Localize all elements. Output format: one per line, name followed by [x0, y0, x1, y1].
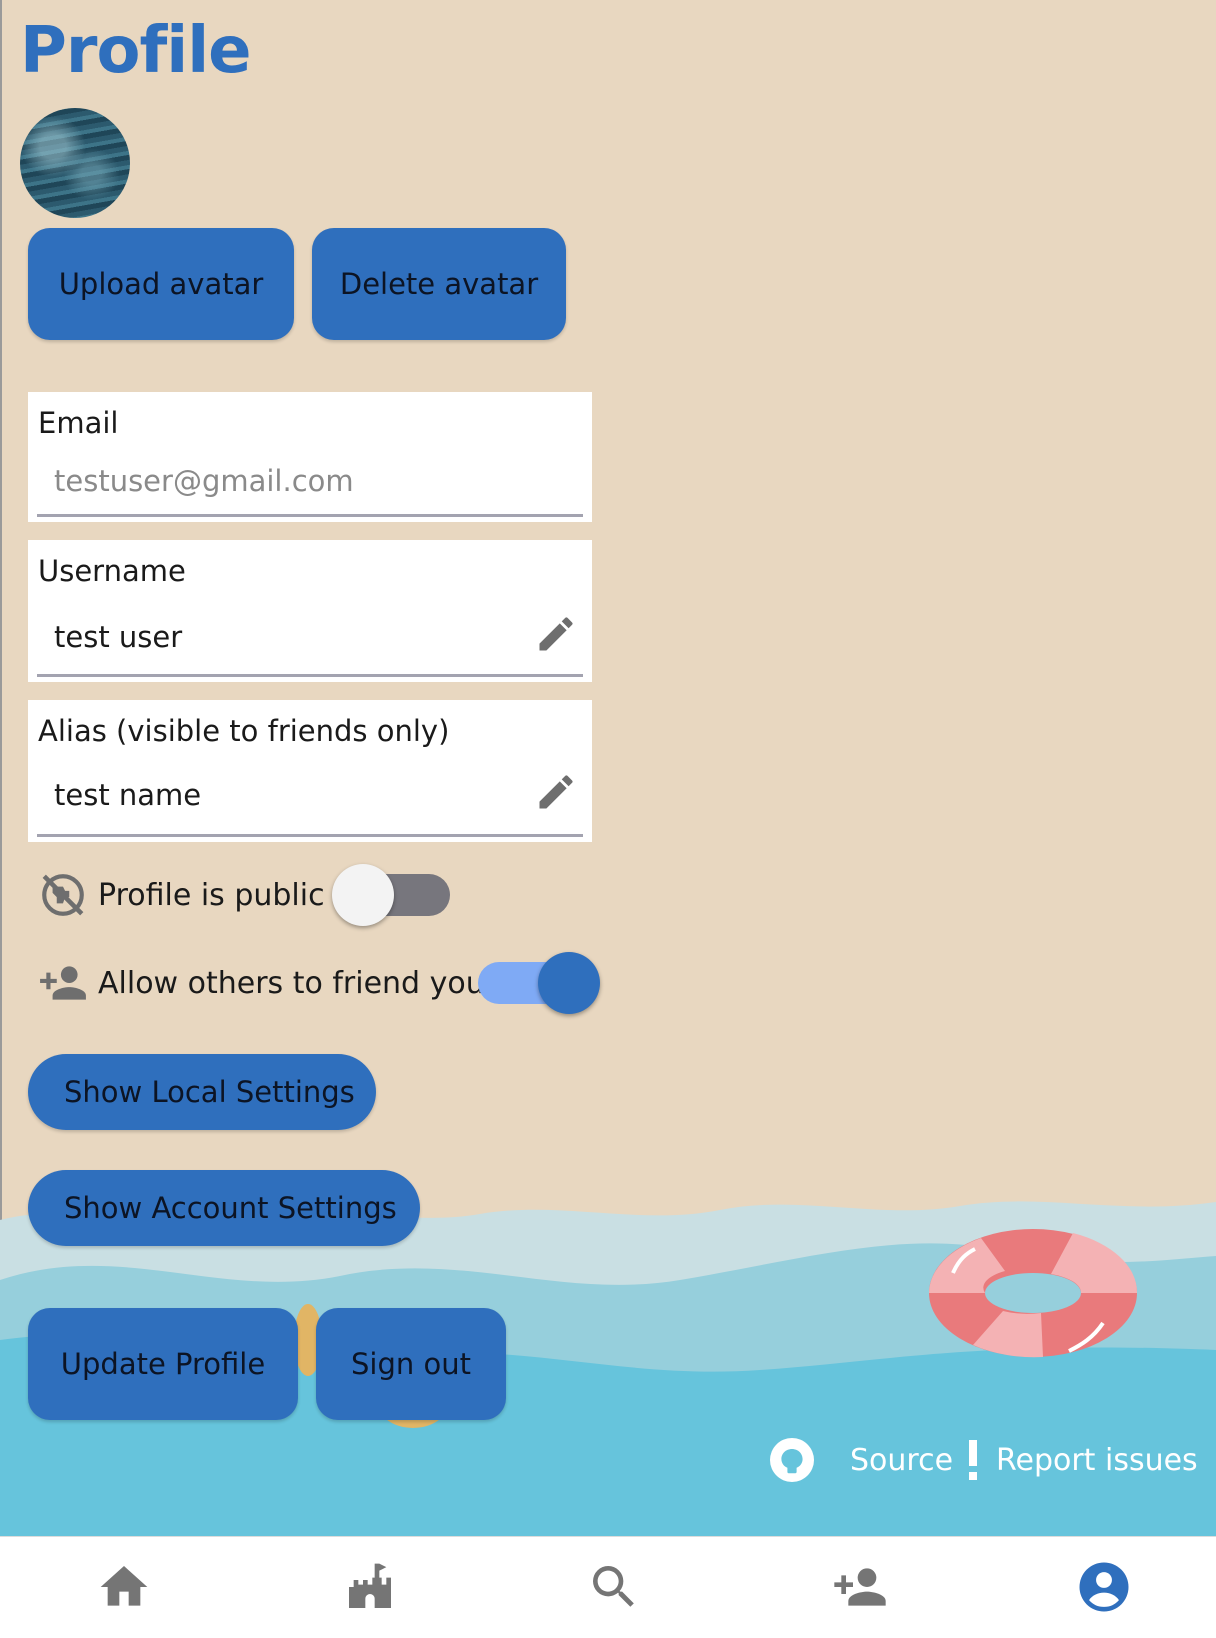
- account-circle-icon[interactable]: [1076, 1559, 1132, 1615]
- bottom-nav: [0, 1536, 1216, 1638]
- allow-friends-switch-thumb: [538, 952, 600, 1014]
- email-field: Email testuser@gmail.com: [28, 392, 592, 522]
- show-account-settings-button[interactable]: Show Account Settings: [28, 1170, 420, 1246]
- allow-friends-row: Allow others to friend you: [38, 958, 485, 1008]
- person-add-icon: [40, 966, 86, 1000]
- sign-out-button[interactable]: Sign out: [316, 1308, 506, 1420]
- public-off-icon: [42, 874, 84, 916]
- public-profile-label: Profile is public: [98, 877, 325, 913]
- alias-label: Alias (visible to friends only): [38, 714, 450, 748]
- username-underline: [37, 674, 583, 677]
- exclamation-icon: [969, 1440, 977, 1480]
- castle-icon[interactable]: [342, 1559, 398, 1615]
- email-underline: [37, 514, 583, 517]
- username-field: Username test user: [28, 540, 592, 682]
- allow-friends-switch[interactable]: [478, 950, 602, 1016]
- source-label: Source: [850, 1442, 954, 1478]
- github-icon: [770, 1438, 814, 1482]
- alias-underline: [37, 834, 583, 837]
- public-profile-switch-thumb: [332, 864, 394, 926]
- add-friend-icon[interactable]: [832, 1559, 888, 1615]
- edit-alias-icon[interactable]: [534, 770, 578, 814]
- page-title: Profile: [20, 14, 252, 88]
- public-profile-row: Profile is public: [38, 870, 325, 920]
- home-icon[interactable]: [96, 1559, 152, 1615]
- username-label: Username: [38, 554, 186, 588]
- upload-avatar-button[interactable]: Upload avatar: [28, 228, 294, 340]
- avatar: [20, 108, 130, 218]
- alias-field: Alias (visible to friends only) test nam…: [28, 700, 592, 842]
- email-input: testuser@gmail.com: [54, 464, 354, 498]
- source-link[interactable]: Source: [768, 1436, 953, 1484]
- public-profile-switch[interactable]: [332, 862, 456, 928]
- username-input[interactable]: test user: [54, 620, 182, 654]
- update-profile-button[interactable]: Update Profile: [28, 1308, 298, 1420]
- alias-input[interactable]: test name: [54, 778, 201, 812]
- show-local-settings-button[interactable]: Show Local Settings: [28, 1054, 376, 1130]
- report-issues-label: Report issues: [996, 1442, 1198, 1478]
- email-label: Email: [38, 406, 119, 440]
- search-icon[interactable]: [586, 1559, 642, 1615]
- delete-avatar-button[interactable]: Delete avatar: [312, 228, 566, 340]
- allow-friends-label: Allow others to friend you: [98, 965, 485, 1001]
- report-issues-link[interactable]: Report issues: [962, 1436, 1198, 1484]
- edit-username-icon[interactable]: [534, 612, 578, 656]
